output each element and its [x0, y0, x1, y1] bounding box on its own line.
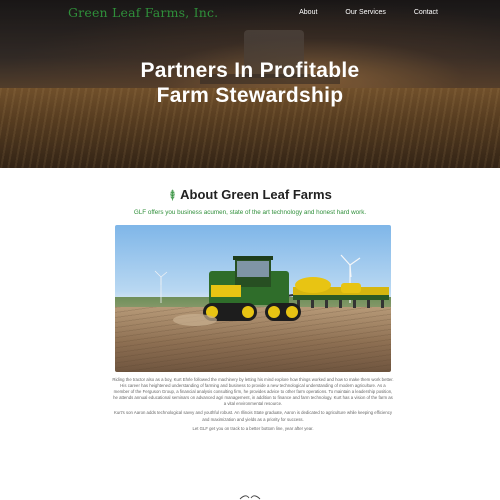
hero-banner: Green Leaf Farms, Inc. About Our Service…	[0, 0, 500, 168]
hero-headline: Partners In Profitable Farm Stewardship	[0, 58, 500, 108]
nav-about[interactable]: About	[299, 9, 317, 16]
about-title-regular: About Green	[180, 187, 263, 202]
headline-line-1: Partners In Profitable	[140, 59, 359, 82]
headline-1-regular: Partners In	[140, 59, 260, 82]
headline-2-regular: Farm	[156, 84, 216, 107]
headline-2-bold: Stewardship	[215, 84, 344, 107]
nav-our-services[interactable]: Our Services	[345, 9, 385, 16]
tractor-photo	[115, 225, 391, 372]
about-body: Riding the tractor also as a boy, Kurt E…	[112, 377, 394, 435]
site-logo[interactable]: Green Leaf Farms, Inc.	[68, 5, 218, 20]
main-nav: About Our Services Contact	[299, 9, 438, 16]
headline-1-bold: Profitable	[259, 59, 360, 82]
next-section-ornament-icon	[239, 495, 261, 500]
about-paragraph-2: Kurt's son Aaron adds technological savv…	[113, 410, 393, 422]
about-heading: About Green Leaf Farms	[0, 187, 500, 202]
leaf-icon	[170, 188, 175, 201]
headline-line-2: Farm Stewardship	[157, 84, 344, 107]
tractor-illustration	[154, 254, 389, 326]
about-paragraph-3: Let GLF get you on track to a better bot…	[192, 425, 314, 431]
about-paragraph-1: Riding the tractor also as a boy, Kurt E…	[112, 377, 394, 407]
about-title-bold: Leaf Farms	[262, 187, 332, 202]
nav-contact[interactable]: Contact	[414, 9, 438, 16]
about-tagline: GLF offers you business acumen, state of…	[133, 209, 367, 216]
